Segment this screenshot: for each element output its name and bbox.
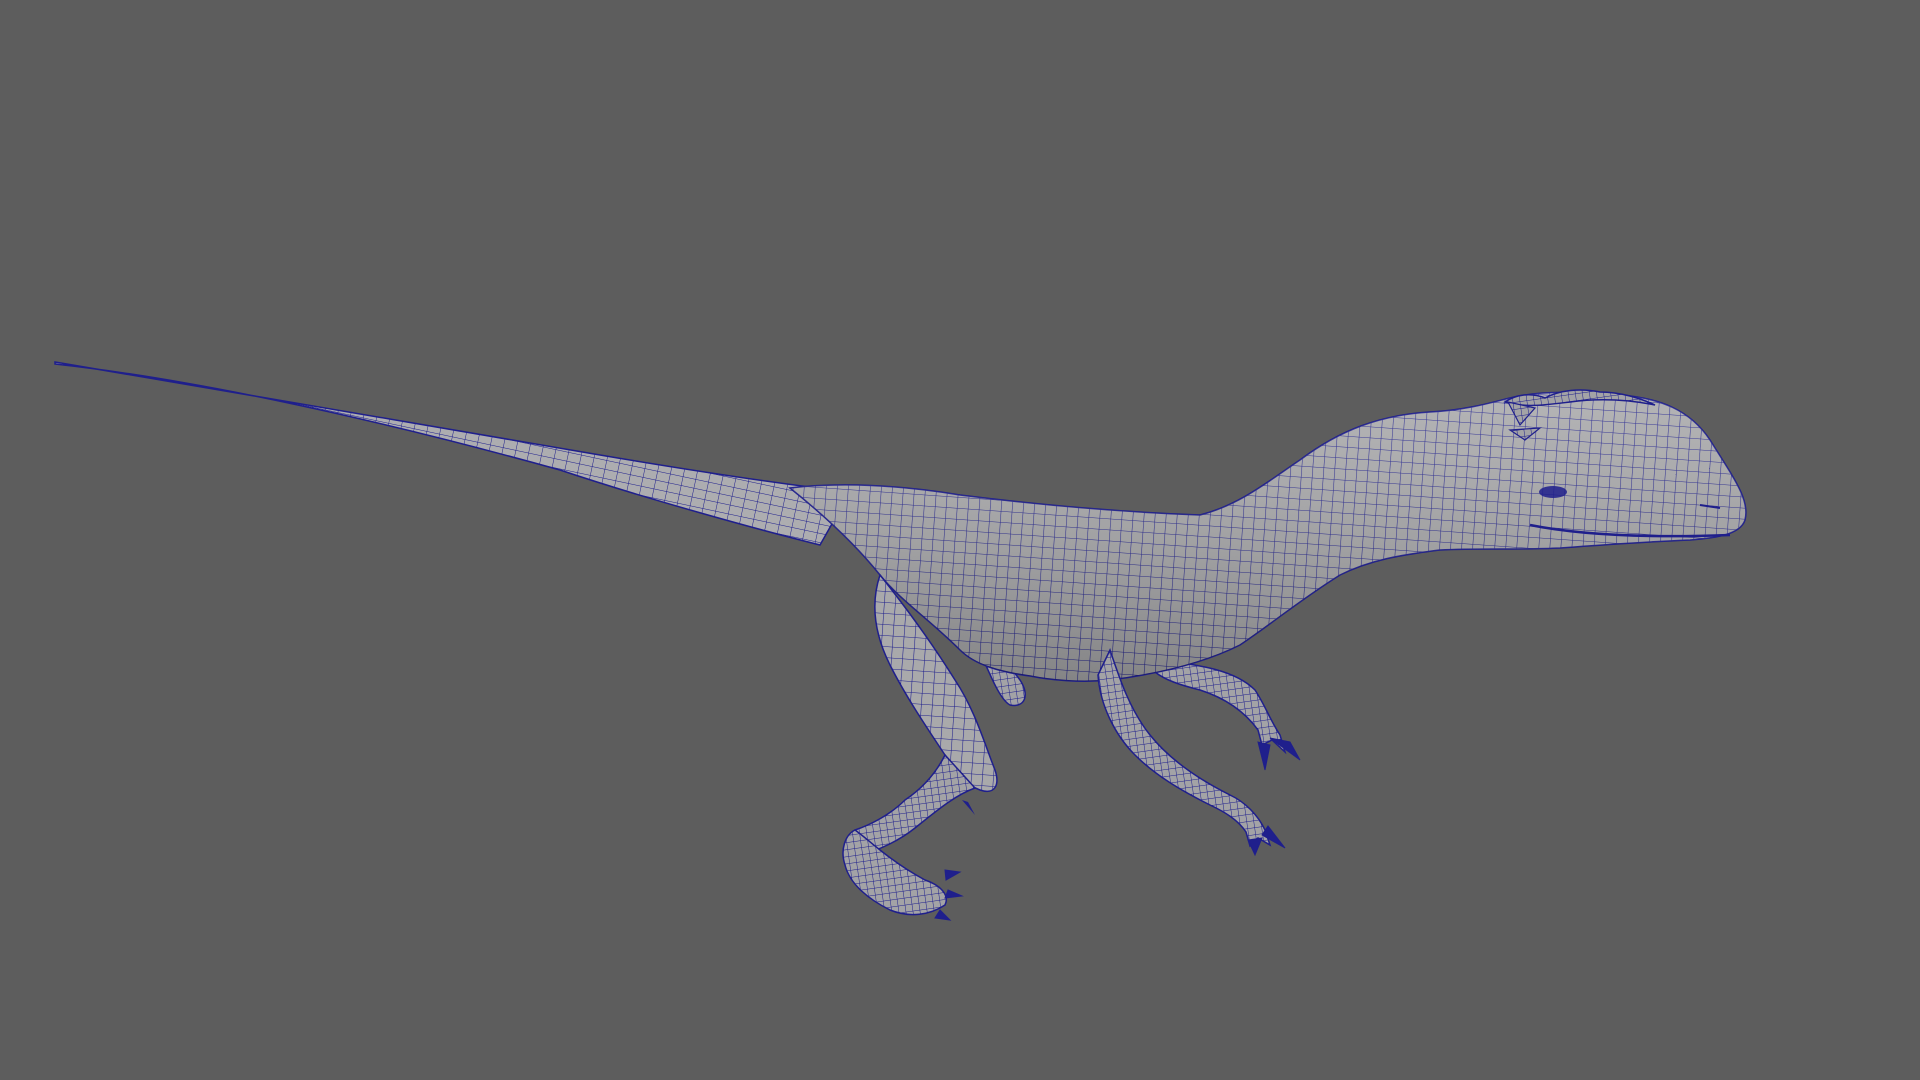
far-toe-claw (962, 800, 975, 815)
3d-viewport[interactable] (0, 0, 1920, 1080)
body-shading (790, 392, 1746, 682)
far-arm[interactable] (1154, 659, 1287, 755)
dinosaur-model[interactable] (54, 361, 1747, 921)
tail[interactable] (54, 361, 852, 546)
near-foot[interactable] (842, 829, 947, 916)
viewport-canvas[interactable] (0, 0, 1920, 1080)
eye (1539, 486, 1567, 498)
